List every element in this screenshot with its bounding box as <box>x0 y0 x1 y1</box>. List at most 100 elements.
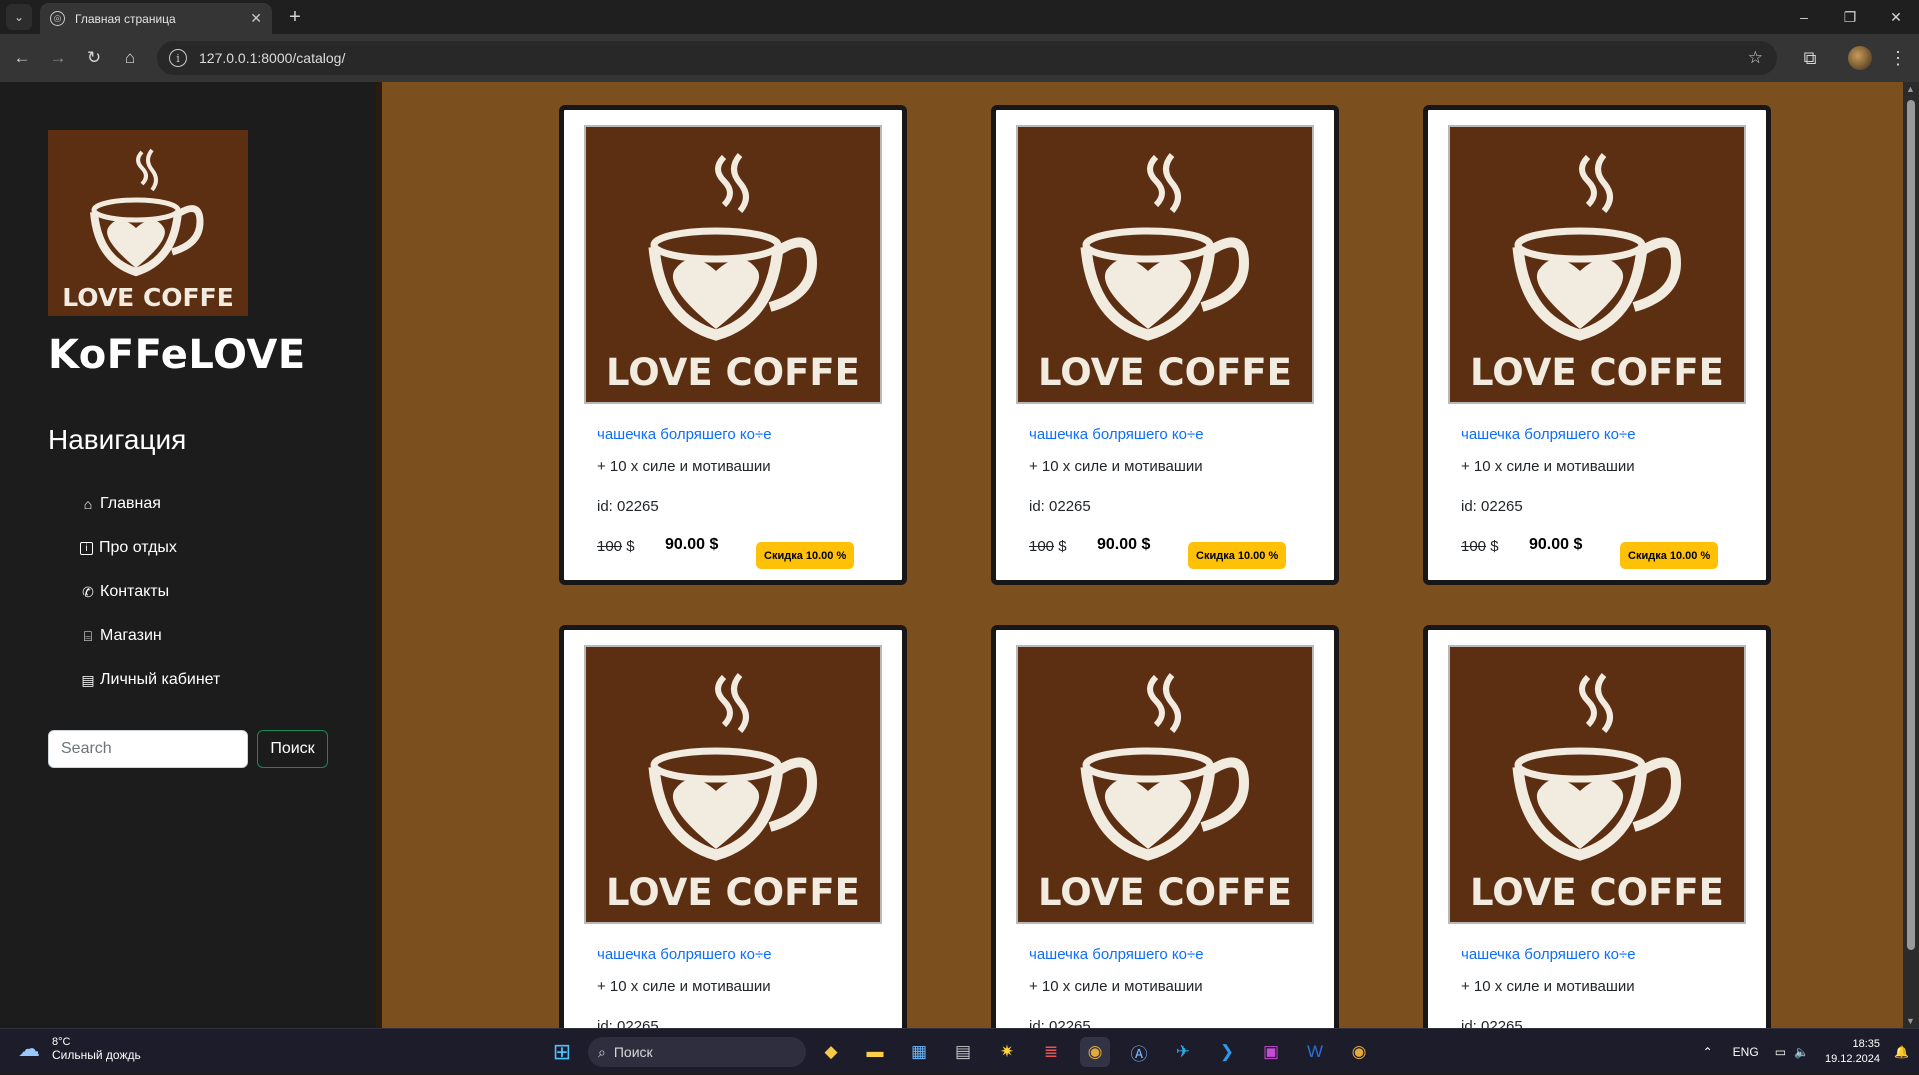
chrome-icon[interactable]: ◉ <box>1080 1037 1110 1067</box>
product-card[interactable]: LOVE COFFE чашечка болряшего ко÷е + 10 х с… <box>559 105 907 585</box>
nav-item-account[interactable]: ▤ Личный кабинет <box>80 658 220 702</box>
url-text[interactable]: 127.0.0.1:8000/catalog/ <box>199 50 345 66</box>
telegram-icon[interactable]: ✈ <box>1168 1037 1198 1067</box>
page-scrollbar[interactable]: ▲ ▼ <box>1903 82 1919 1028</box>
site-info-icon[interactable]: i <box>169 49 187 67</box>
discount-badge: Скидка 10.00 % <box>1188 542 1287 569</box>
system-tray: ⌃ ENG ▭ 🔈 18:35 19.12.2024 🔔 <box>1703 1029 1909 1075</box>
tray-chevron-up-icon[interactable]: ⌃ <box>1703 1045 1713 1059</box>
reload-icon[interactable]: ↻ <box>80 44 108 72</box>
product-description: + 10 х силе и мотивашии <box>1029 458 1203 475</box>
extensions-icon[interactable]: ⧉ <box>1796 44 1824 72</box>
product-name-link[interactable]: чашечка болряшего ко÷е <box>1461 946 1636 963</box>
old-price: 100 $ <box>597 538 635 555</box>
nav-item-contacts[interactable]: ✆ Контакты <box>80 570 220 614</box>
product-image[interactable]: LOVE COFFE <box>1448 125 1746 404</box>
product-image[interactable]: LOVE COFFE <box>1448 645 1746 924</box>
store-icon[interactable]: ▦ <box>904 1037 934 1067</box>
globe-icon: ◎ <box>50 11 65 26</box>
a-app-icon[interactable]: Ⓐ <box>1124 1037 1154 1067</box>
clock-time: 18:35 <box>1852 1038 1881 1050</box>
scroll-thumb[interactable] <box>1907 100 1915 950</box>
weather-widget[interactable]: ☁ 8°C Сильный дождь <box>18 1036 141 1062</box>
restore-icon[interactable]: ❐ <box>1827 0 1873 34</box>
nav-item-shop[interactable]: ⌸ Магазин <box>80 614 220 658</box>
product-card[interactable]: LOVE COFFE чашечка болряшего ко÷е + 10 х с… <box>1423 105 1771 585</box>
tab-search-chevron-icon[interactable]: ⌄ <box>6 4 32 30</box>
product-id: id: 02265 <box>1029 498 1091 515</box>
old-price-value: 100 <box>597 538 623 555</box>
product-description: + 10 х силе и мотивашии <box>597 458 771 475</box>
product-name-link[interactable]: чашечка болряшего ко÷е <box>1461 426 1636 443</box>
nav-item-label: Контакты <box>100 583 170 600</box>
scroll-up-icon[interactable]: ▲ <box>1906 84 1915 94</box>
minimize-icon[interactable]: – <box>1781 0 1827 34</box>
search-button[interactable]: Поиск <box>257 730 328 768</box>
shop-icon: ⌸ <box>83 627 93 644</box>
product-card[interactable]: LOVE COFFE чашечка болряшего ко÷е + 10 х с… <box>991 105 1339 585</box>
product-card[interactable]: LOVE COFFE чашечка болряшего ко÷е + 10 х с… <box>559 625 907 1028</box>
volume-icon[interactable]: 🔈 <box>1794 1045 1809 1059</box>
nav-item-about[interactable]: i Про отдых <box>80 526 220 570</box>
svg-text:LOVE COFFE: LOVE COFFE <box>606 351 860 394</box>
product-name-link[interactable]: чашечка болряшего ко÷е <box>597 946 772 963</box>
product-image[interactable]: LOVE COFFE <box>584 125 882 404</box>
bookmark-star-icon[interactable]: ☆ <box>1748 48 1763 68</box>
svg-text:LOVE COFFE: LOVE COFFE <box>1038 871 1292 914</box>
svg-text:LOVE COFFE: LOVE COFFE <box>62 283 234 312</box>
brand-title[interactable]: KoFFeLOVE <box>48 332 306 378</box>
product-description: + 10 х силе и мотивашии <box>1461 458 1635 475</box>
product-id: id: 02265 <box>1461 1018 1523 1028</box>
old-price-currency: $ <box>1058 538 1067 555</box>
search-icon: ⌕ <box>598 1043 606 1060</box>
product-image[interactable]: LOVE COFFE <box>1016 645 1314 924</box>
site-logo[interactable]: LOVE COFFE <box>48 130 248 316</box>
new-tab-button[interactable]: + <box>282 4 308 30</box>
product-image[interactable]: LOVE COFFE <box>1016 125 1314 404</box>
chrome-icon[interactable]: ◉ <box>1344 1037 1374 1067</box>
scroll-down-icon[interactable]: ▼ <box>1906 1016 1915 1026</box>
product-name-link[interactable]: чашечка болряшего ко÷е <box>1029 946 1204 963</box>
svg-text:LOVE COFFE: LOVE COFFE <box>1470 351 1724 394</box>
network-icon[interactable]: ▭ <box>1775 1045 1786 1059</box>
back-icon[interactable]: ← <box>8 44 36 72</box>
file-explorer-icon[interactable]: ▬ <box>860 1037 890 1067</box>
profile-avatar[interactable] <box>1848 46 1872 70</box>
product-card[interactable]: LOVE COFFE чашечка болряшего ко÷е + 10 х с… <box>991 625 1339 1028</box>
git-icon[interactable]: ◆ <box>816 1037 846 1067</box>
menu-dots-icon[interactable]: ⋮ <box>1886 44 1910 72</box>
sun-app-icon[interactable]: ✷ <box>992 1037 1022 1067</box>
search-input[interactable] <box>48 730 248 768</box>
product-image[interactable]: LOVE COFFE <box>584 645 882 924</box>
close-window-icon[interactable]: ✕ <box>1873 0 1919 34</box>
product-name-link[interactable]: чашечка болряшего ко÷е <box>1029 426 1204 443</box>
intellij-icon[interactable]: ▣ <box>1256 1037 1286 1067</box>
product-card[interactable]: LOVE COFFE чашечка болряшего ко÷е + 10 х с… <box>1423 625 1771 1028</box>
window-controls: – ❐ ✕ <box>1781 0 1919 34</box>
taskbar-search[interactable]: ⌕ Поиск <box>588 1037 806 1067</box>
nav-heading: Навигация <box>48 424 187 455</box>
word-icon[interactable]: W <box>1300 1037 1330 1067</box>
layers-app-icon[interactable]: ≣ <box>1036 1037 1066 1067</box>
address-bar[interactable]: i 127.0.0.1:8000/catalog/ ☆ <box>157 41 1777 75</box>
taskbar: ☁ 8°C Сильный дождь ⊞ ⌕ Поиск ◆ ▬ ▦ ▤ ✷ … <box>0 1028 1919 1074</box>
discount-badge: Скидка 10.00 % <box>1620 542 1719 569</box>
home-icon[interactable]: ⌂ <box>116 44 144 72</box>
old-price: 100 $ <box>1029 538 1067 555</box>
clock[interactable]: 18:35 19.12.2024 <box>1825 1037 1880 1067</box>
notification-bell-icon[interactable]: 🔔 <box>1894 1045 1909 1059</box>
nav-item-home[interactable]: ⌂ Главная <box>80 482 220 526</box>
calculator-icon[interactable]: ▤ <box>948 1037 978 1067</box>
info-icon: i <box>80 541 93 555</box>
coffee-cup-logo-icon: LOVE COFFE <box>48 130 248 316</box>
nav-item-label: Про отдых <box>99 539 177 556</box>
discount-badge: Скидка 10.00 % <box>756 542 855 569</box>
vscode-icon[interactable]: ❯ <box>1212 1037 1242 1067</box>
product-name-link[interactable]: чашечка болряшего ко÷е <box>597 426 772 443</box>
start-windows-icon[interactable]: ⊞ <box>547 1037 577 1067</box>
language-indicator[interactable]: ENG <box>1733 1045 1759 1059</box>
close-tab-icon[interactable]: ✕ <box>250 10 262 27</box>
coffee-cup-logo-icon: LOVE COFFE <box>1450 127 1744 402</box>
forward-icon[interactable]: → <box>44 44 72 72</box>
tab-active[interactable]: ◎ Главная страница ✕ <box>40 3 272 34</box>
